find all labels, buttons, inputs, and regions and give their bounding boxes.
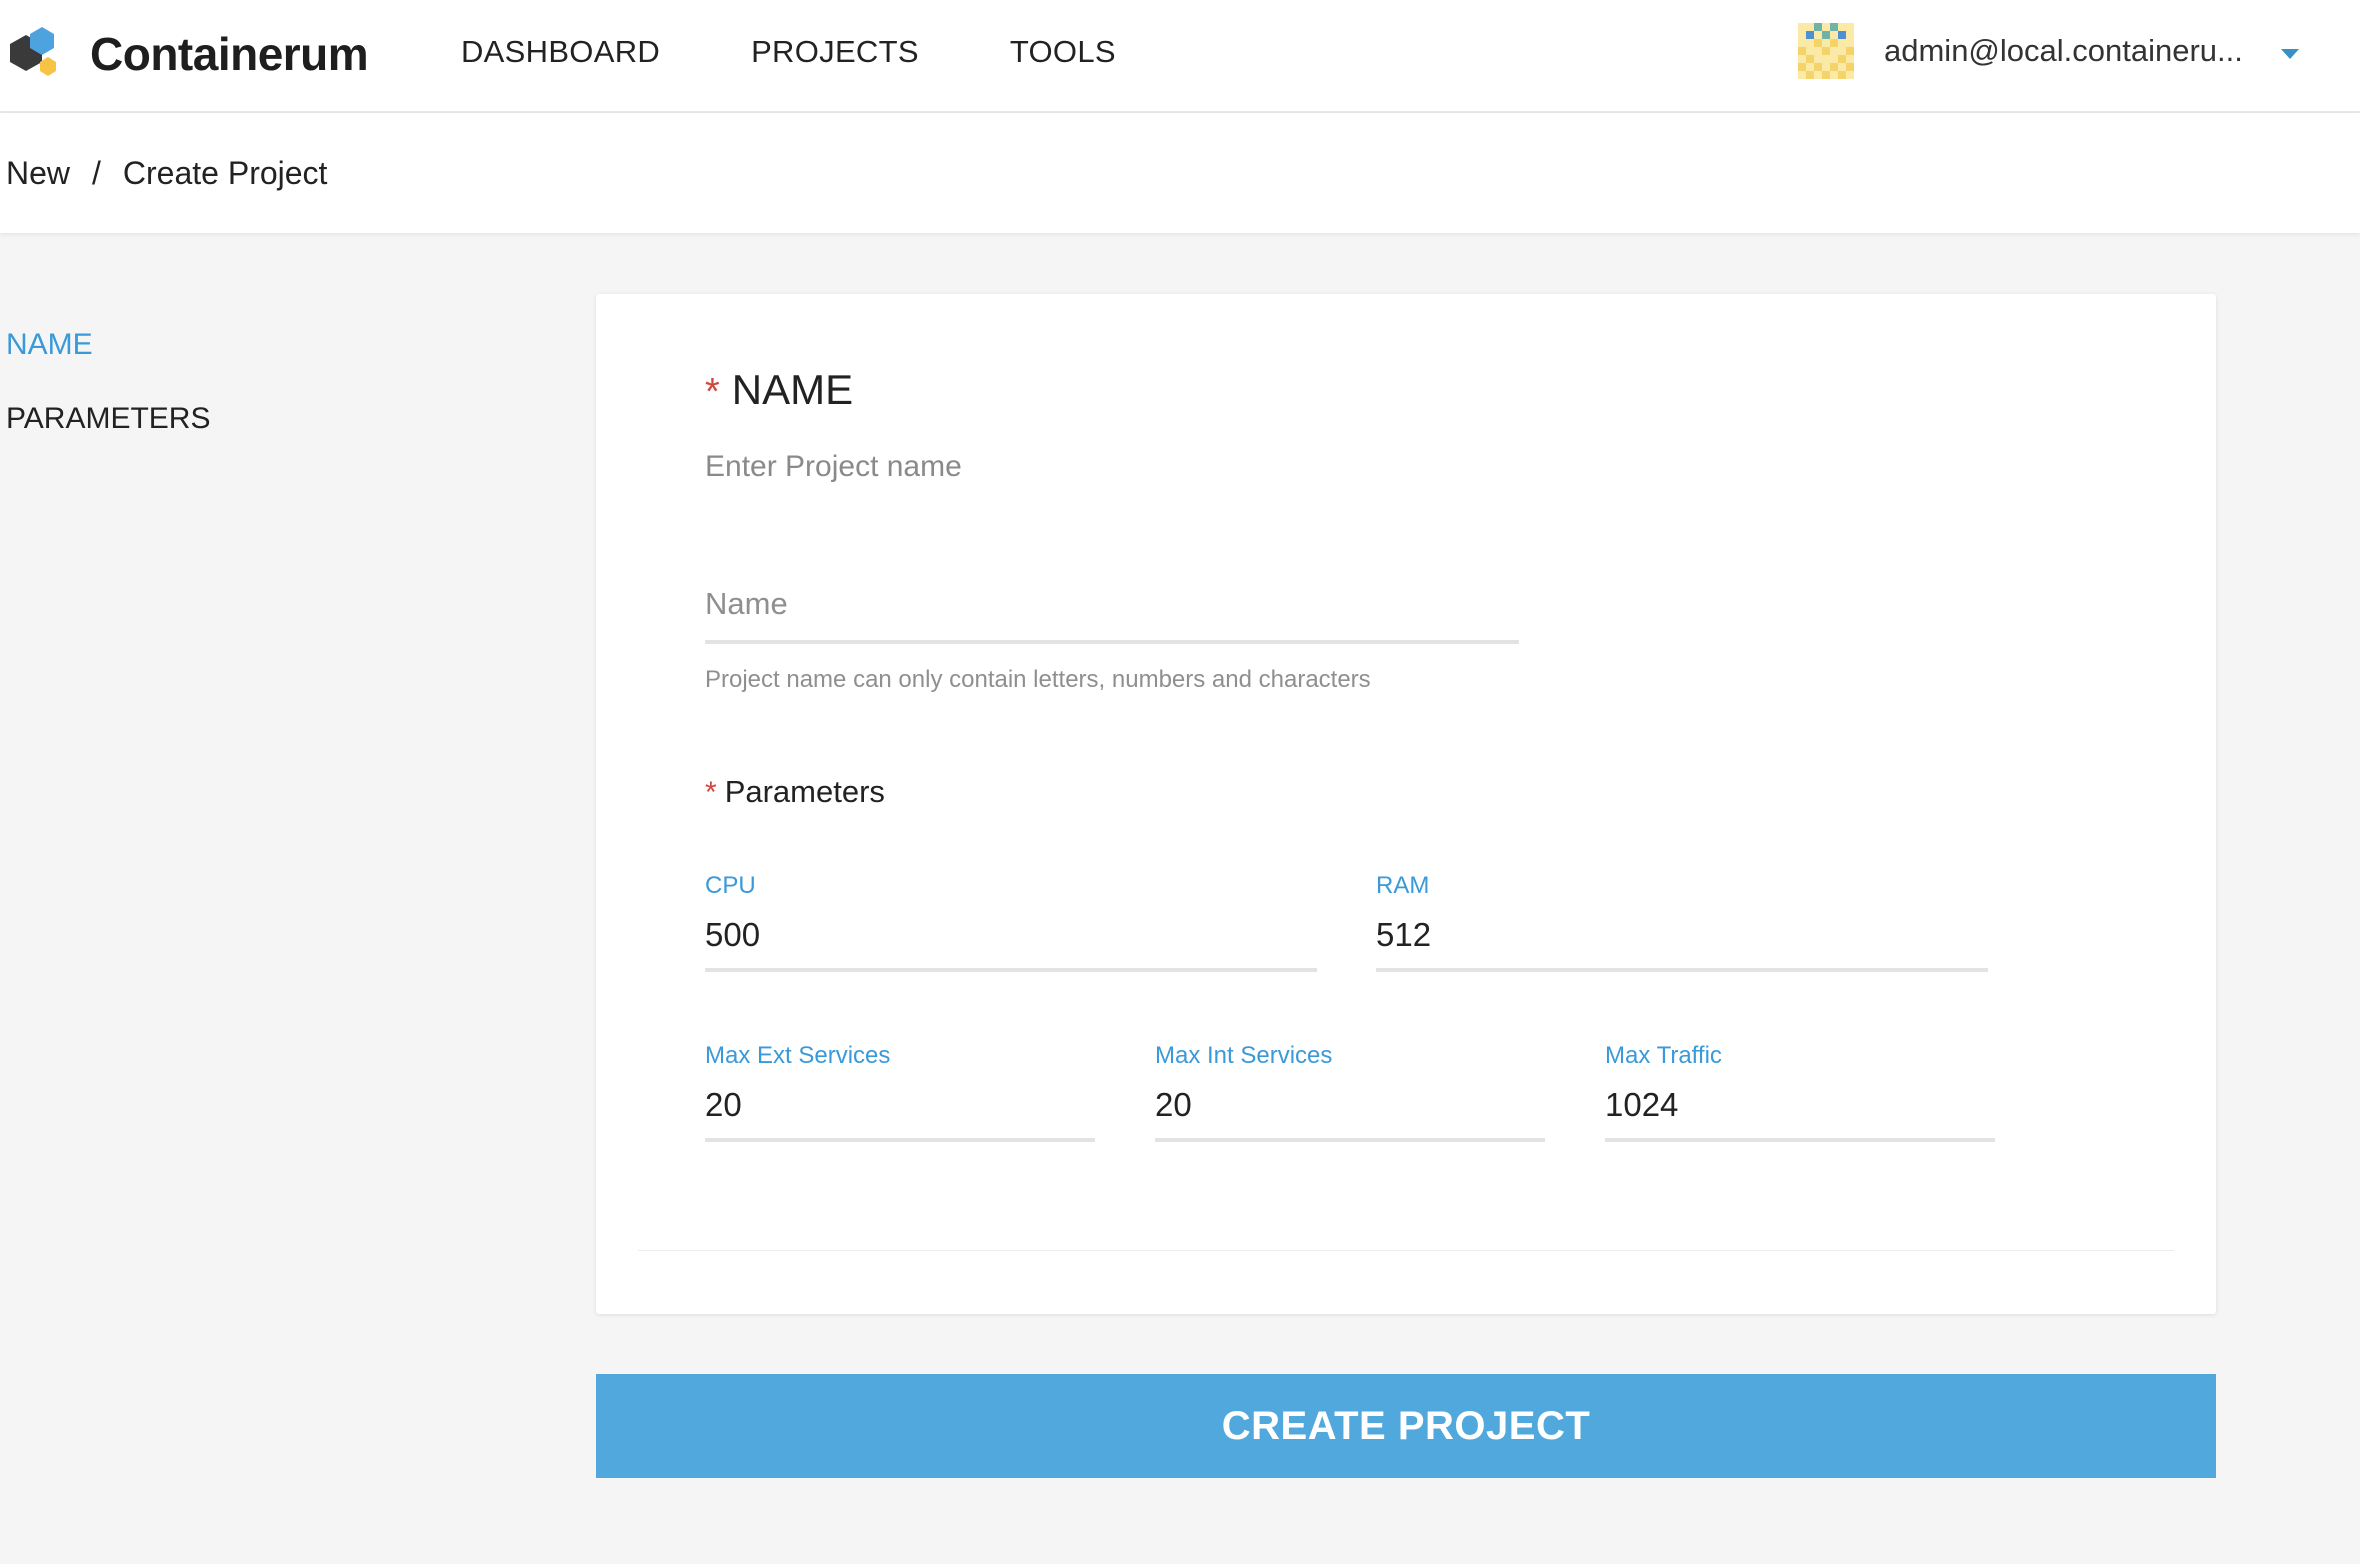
nav-dashboard[interactable]: DASHBOARD (461, 34, 660, 70)
breadcrumb-item-new[interactable]: New (6, 155, 70, 192)
max-ext-services-field: Max Ext Services (705, 1042, 1095, 1142)
create-project-card: * NAME Enter Project name Project name c… (596, 294, 2216, 1314)
sidenav-item-name[interactable]: NAME (6, 328, 210, 362)
max-int-services-input[interactable] (1155, 1072, 1545, 1142)
required-mark: * (705, 776, 717, 809)
chevron-down-icon[interactable] (2280, 49, 2299, 59)
max-traffic-field: Max Traffic (1605, 1042, 1995, 1142)
top-navbar: Containerum DASHBOARD PROJECTS TOOLS adm… (0, 0, 2360, 113)
max-traffic-input[interactable] (1605, 1072, 1995, 1142)
card-divider (638, 1250, 2174, 1251)
brand-name: Containerum (90, 28, 369, 80)
user-email: admin@local.containeru... (1884, 33, 2243, 68)
create-project-button[interactable]: CREATE PROJECT (596, 1374, 2216, 1478)
cpu-label: CPU (705, 872, 756, 899)
breadcrumb-separator: / (92, 155, 101, 191)
breadcrumb: New / Create Project (6, 155, 327, 192)
user-menu[interactable]: admin@local.containeru... (1798, 22, 2299, 80)
nav-projects[interactable]: PROJECTS (751, 34, 919, 70)
max-ext-services-label: Max Ext Services (705, 1042, 891, 1069)
brand-logo[interactable]: Containerum (6, 22, 369, 86)
max-int-services-field: Max Int Services (1155, 1042, 1545, 1142)
breadcrumb-item-create-project: Create Project (122, 155, 328, 191)
ram-field: RAM (1376, 872, 1988, 972)
containerum-logo-icon (10, 27, 56, 76)
project-name-input[interactable] (705, 572, 1519, 644)
parameters-section-label: Parameters (724, 774, 885, 809)
name-section-subtitle: Enter Project name (705, 450, 962, 483)
parameters-section-title: * Parameters (705, 774, 885, 810)
name-section-title: * NAME (705, 366, 853, 414)
max-int-services-label: Max Int Services (1155, 1042, 1333, 1069)
ram-label: RAM (1376, 872, 1430, 899)
cpu-input[interactable] (705, 902, 1317, 972)
name-field (705, 572, 1519, 644)
required-mark: * (705, 371, 720, 413)
name-hint: Project name can only contain letters, n… (705, 666, 1371, 693)
name-section-label: NAME (731, 366, 854, 413)
avatar (1798, 23, 1854, 79)
sidenav-item-parameters[interactable]: PARAMETERS (6, 402, 210, 436)
max-ext-services-input[interactable] (705, 1072, 1095, 1142)
ram-input[interactable] (1376, 902, 1988, 972)
cpu-field: CPU (705, 872, 1317, 972)
main-nav: DASHBOARD PROJECTS TOOLS (461, 0, 1207, 103)
breadcrumb-bar: New / Create Project (0, 113, 2360, 233)
nav-tools[interactable]: TOOLS (1010, 34, 1116, 70)
max-traffic-label: Max Traffic (1605, 1042, 1722, 1069)
section-sidenav: NAME PARAMETERS (6, 328, 210, 476)
